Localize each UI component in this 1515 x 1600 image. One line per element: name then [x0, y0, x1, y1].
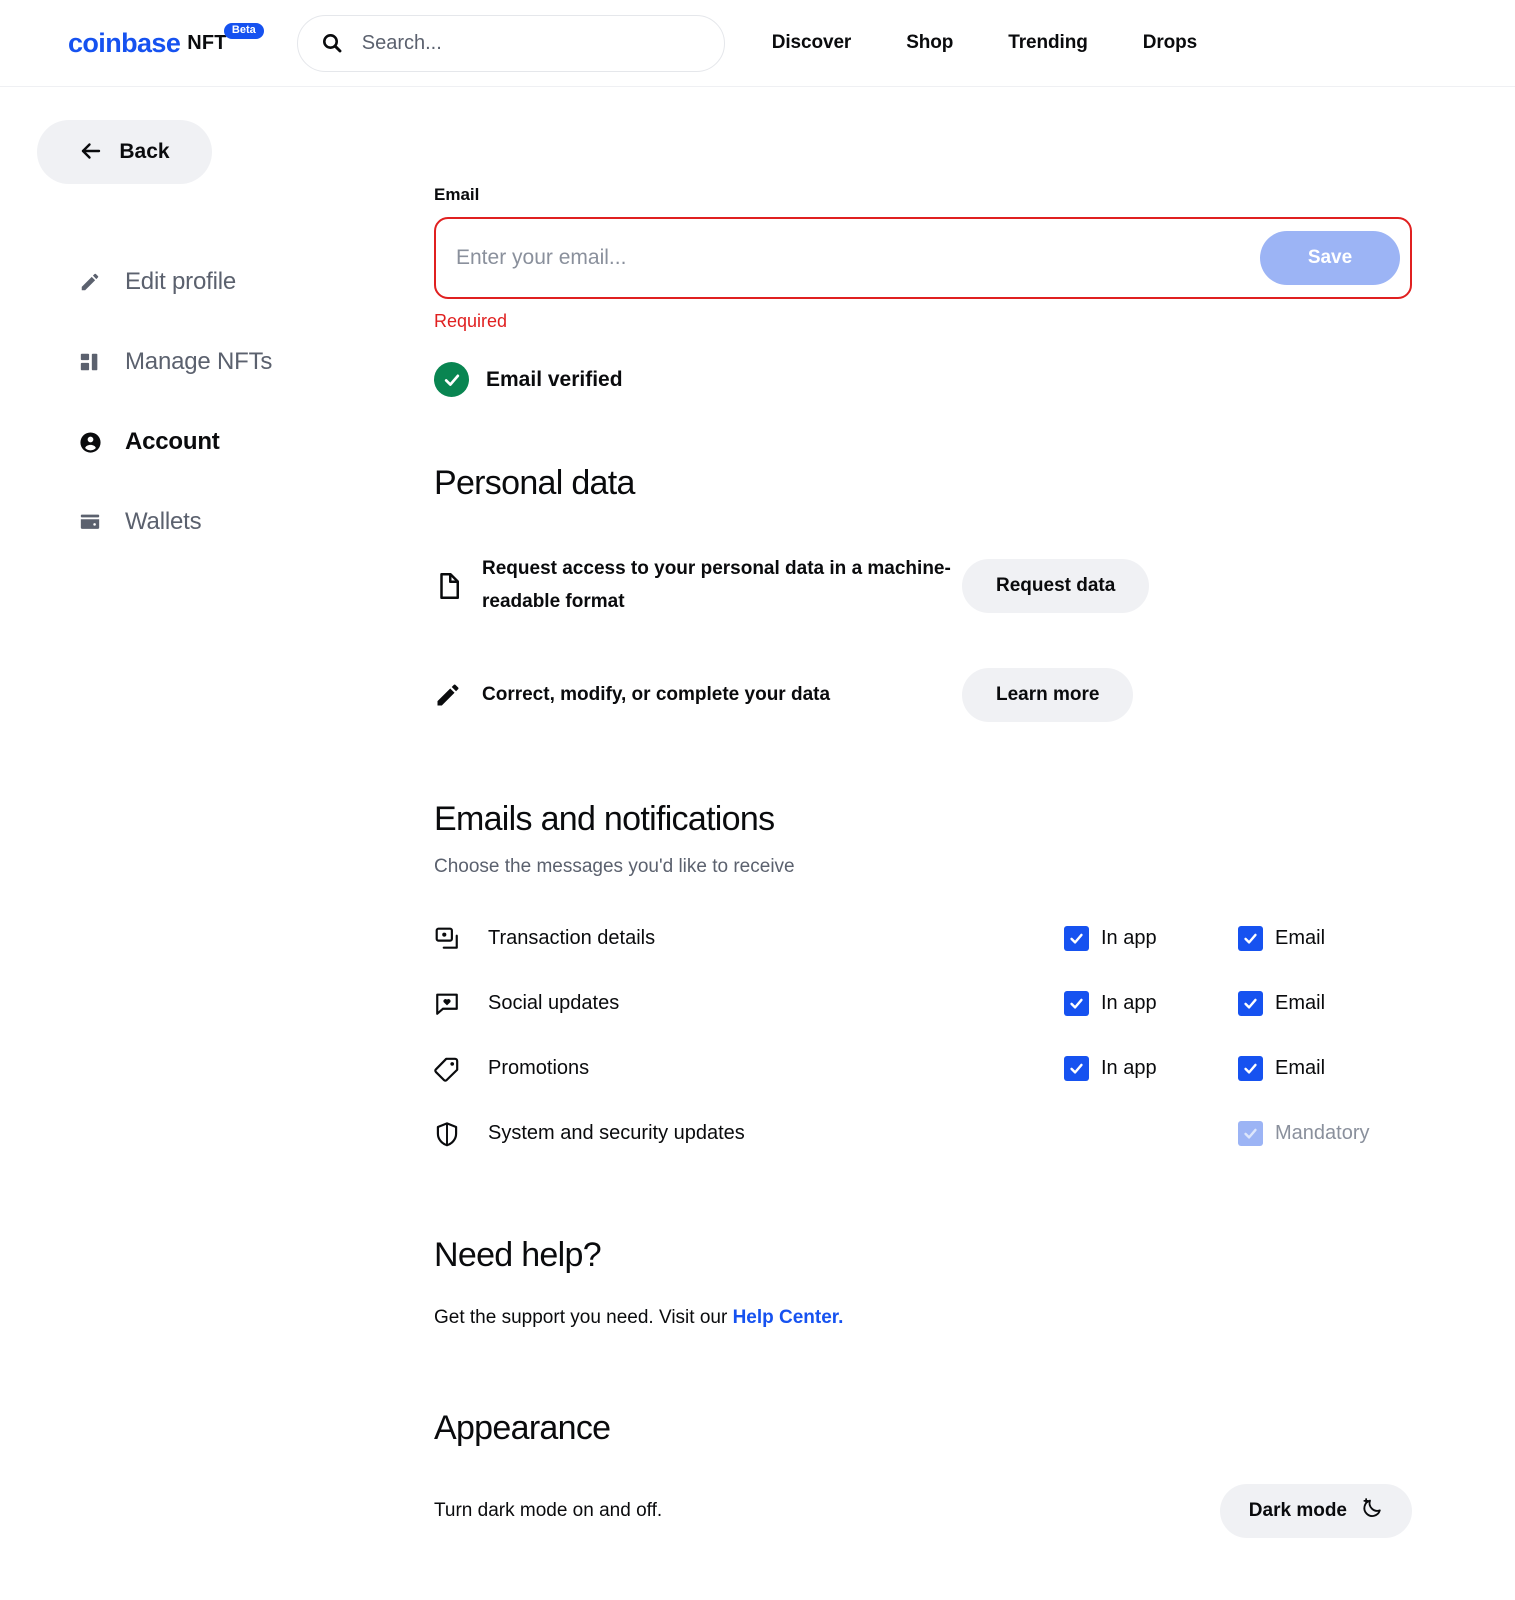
sidebar-item-wallets[interactable]: Wallets — [0, 482, 434, 562]
email-verified-label: Email verified — [486, 367, 623, 391]
nav-item-drops[interactable]: Drops — [1143, 32, 1198, 54]
checkbox-checked-disabled-icon — [1238, 1121, 1263, 1147]
notifications-subtitle: Choose the messages you'd like to receiv… — [434, 856, 795, 878]
request-data-button[interactable]: Request data — [962, 558, 1150, 613]
checkbox-label: In app — [1101, 1057, 1157, 1080]
shield-icon — [434, 1121, 488, 1147]
sidebar-item-label: Edit profile — [125, 268, 236, 295]
dark-mode-button-label: Dark mode — [1248, 1500, 1347, 1522]
checkbox-promotions-in-app[interactable]: In app — [1064, 1056, 1238, 1082]
email-error-message: Required — [434, 311, 508, 331]
checkbox-label: Email — [1275, 992, 1326, 1015]
sidebar-item-label: Manage NFTs — [125, 348, 273, 375]
top-header: coinbase NFT Beta Discover Shop Trending… — [0, 0, 1515, 87]
document-icon — [434, 571, 482, 601]
notification-row-transaction-details: Transaction details In app Email — [434, 906, 1412, 971]
notification-row-social-updates: Social updates In app Email — [434, 971, 1412, 1036]
checkbox-label: In app — [1101, 992, 1157, 1015]
notification-label: Transaction details — [488, 927, 656, 950]
checkbox-transaction-in-app[interactable]: In app — [1064, 926, 1238, 952]
beta-badge: Beta — [223, 23, 264, 39]
checkbox-checked-icon — [1238, 926, 1263, 952]
back-button-label: Back — [119, 140, 170, 163]
personal-data-row-text: Correct, modify, or complete your data — [482, 684, 831, 705]
email-field-label: Email — [434, 185, 480, 204]
checkbox-social-email[interactable]: Email — [1238, 991, 1412, 1017]
sidebar-item-manage-nfts[interactable]: Manage NFTs — [0, 322, 434, 402]
personal-data-row-text: Request access to your personal data in … — [482, 558, 951, 612]
checkbox-label: Email — [1275, 1057, 1326, 1080]
checkbox-label: Mandatory — [1275, 1122, 1370, 1145]
brand-nft-text: NFT — [187, 32, 227, 54]
notification-label: Promotions — [488, 1057, 590, 1080]
section-title-appearance: Appearance — [434, 1409, 611, 1448]
user-circle-icon — [78, 431, 102, 454]
notification-label: System and security updates — [488, 1122, 745, 1145]
appearance-description: Turn dark mode on and off. — [434, 1500, 663, 1522]
nav-item-trending[interactable]: Trending — [1008, 32, 1088, 54]
chat-heart-icon — [434, 991, 488, 1017]
nav-item-discover[interactable]: Discover — [772, 32, 852, 54]
checkbox-checked-icon — [1064, 926, 1089, 952]
arrow-left-icon — [79, 139, 103, 166]
wallet-icon — [78, 511, 102, 533]
sidebar-item-label: Account — [125, 428, 220, 455]
help-paragraph: Get the support you need. Visit our Help… — [434, 1307, 1412, 1329]
checkbox-checked-icon — [1238, 991, 1263, 1017]
nav-item-shop[interactable]: Shop — [906, 32, 953, 54]
sidebar: Back Edit profile Manage NFTs Account Wa… — [0, 87, 434, 1600]
notification-label: Social updates — [488, 992, 620, 1015]
checkbox-checked-icon — [1238, 1056, 1263, 1082]
save-email-button[interactable]: Save — [1260, 231, 1400, 285]
main-content: Email Save Required Email verified Perso… — [434, 87, 1515, 1600]
tag-icon — [434, 1056, 488, 1082]
check-circle-icon — [434, 362, 469, 397]
section-title-personal-data: Personal data — [434, 464, 635, 502]
email-input[interactable] — [456, 219, 1260, 297]
page-body: Back Edit profile Manage NFTs Account Wa… — [0, 87, 1515, 1600]
back-button[interactable]: Back — [37, 120, 212, 184]
checkbox-transaction-email[interactable]: Email — [1238, 926, 1412, 952]
checkbox-label: Email — [1275, 927, 1326, 950]
checkbox-system-mandatory: Mandatory — [1238, 1121, 1412, 1147]
sidebar-item-account[interactable]: Account — [0, 402, 434, 482]
sidebar-item-edit-profile[interactable]: Edit profile — [0, 242, 434, 322]
search-box[interactable] — [296, 14, 725, 72]
appearance-row: Turn dark mode on and off. Dark mode — [434, 1484, 1412, 1539]
search-input[interactable] — [361, 31, 702, 55]
personal-data-row-correct: Correct, modify, or complete your data L… — [434, 668, 1412, 723]
learn-more-button[interactable]: Learn more — [962, 668, 1134, 723]
email-field-wrapper[interactable]: Save — [434, 217, 1412, 299]
notification-row-promotions: Promotions In app Email — [434, 1036, 1412, 1101]
section-title-need-help: Need help? — [434, 1236, 602, 1275]
moon-star-icon — [1361, 1497, 1383, 1525]
pencil-icon — [78, 271, 102, 293]
checkbox-label: In app — [1101, 927, 1157, 950]
checkbox-checked-icon — [1064, 991, 1089, 1017]
search-icon — [320, 31, 344, 55]
main-nav: Discover Shop Trending Drops — [772, 32, 1197, 54]
notification-row-system-security: System and security updates Mandatory — [434, 1101, 1412, 1166]
help-center-link[interactable]: Help Center. — [733, 1307, 844, 1328]
notifications-list: Transaction details In app Email Social … — [434, 906, 1412, 1166]
checkbox-checked-icon — [1064, 1056, 1089, 1082]
pencil-icon — [434, 681, 482, 709]
dark-mode-button[interactable]: Dark mode — [1219, 1484, 1412, 1539]
sidebar-nav: Edit profile Manage NFTs Account Wallets — [0, 242, 434, 562]
checkbox-social-in-app[interactable]: In app — [1064, 991, 1238, 1017]
transaction-icon — [434, 926, 488, 952]
section-title-emails-notifications: Emails and notifications — [434, 800, 775, 839]
email-verified-status: Email verified — [434, 362, 1412, 397]
grid-icon — [78, 351, 102, 373]
checkbox-promotions-email[interactable]: Email — [1238, 1056, 1412, 1082]
brand-coinbase-text: coinbase — [68, 28, 181, 58]
brand-logo[interactable]: coinbase NFT Beta — [68, 23, 264, 63]
sidebar-item-label: Wallets — [125, 508, 202, 535]
help-text-static: Get the support you need. Visit our — [434, 1307, 733, 1329]
personal-data-row-request: Request access to your personal data in … — [434, 553, 1412, 618]
